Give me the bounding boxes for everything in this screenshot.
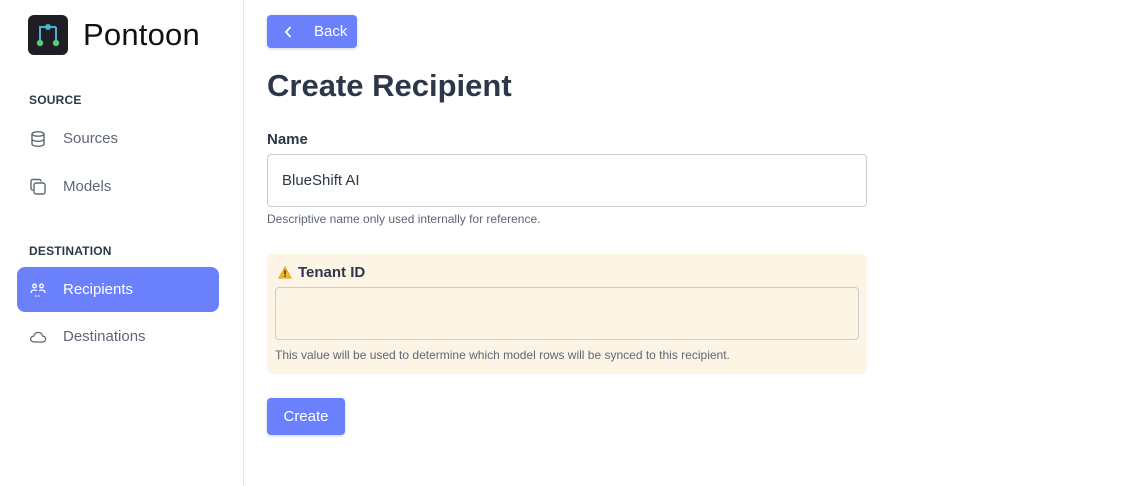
- sidebar-item-models[interactable]: Models: [17, 164, 219, 209]
- chevron-left-icon: [284, 26, 292, 38]
- sidebar: Pontoon SOURCE Sources Models DESTINATIO…: [0, 0, 244, 486]
- back-button-label: Back: [314, 23, 348, 40]
- brand[interactable]: Pontoon: [28, 15, 200, 55]
- sidebar-item-label: Models: [63, 178, 112, 195]
- copy-icon: [29, 178, 47, 196]
- cloud-icon: [29, 328, 47, 346]
- section-label-source: SOURCE: [29, 93, 82, 107]
- sidebar-item-destinations[interactable]: Destinations: [17, 314, 219, 359]
- pontoon-logo-icon: [28, 15, 68, 55]
- section-label-destination: DESTINATION: [29, 244, 112, 258]
- tenant-id-panel: Tenant ID This value will be used to det…: [267, 254, 867, 374]
- users-icon: [29, 281, 47, 299]
- brand-name: Pontoon: [83, 17, 200, 52]
- name-input[interactable]: [267, 154, 867, 207]
- name-field-label: Name: [267, 131, 308, 148]
- sidebar-item-label: Sources: [63, 130, 119, 147]
- sidebar-item-sources[interactable]: Sources: [17, 116, 219, 161]
- tenant-id-label-row: Tenant ID: [278, 264, 365, 281]
- page-title: Create Recipient: [267, 68, 512, 103]
- tenant-id-input[interactable]: [275, 287, 859, 340]
- sidebar-item-recipients[interactable]: Recipients: [17, 267, 219, 312]
- tenant-id-label: Tenant ID: [298, 264, 366, 281]
- name-help-text: Descriptive name only used internally fo…: [267, 212, 541, 226]
- back-button[interactable]: Back: [267, 15, 357, 48]
- database-icon: [29, 130, 47, 148]
- sidebar-item-label: Destinations: [63, 328, 146, 345]
- tenant-id-help-text: This value will be used to determine whi…: [275, 348, 730, 362]
- create-button[interactable]: Create: [267, 398, 345, 435]
- warning-icon: [278, 266, 292, 279]
- sidebar-item-label: Recipients: [63, 281, 134, 298]
